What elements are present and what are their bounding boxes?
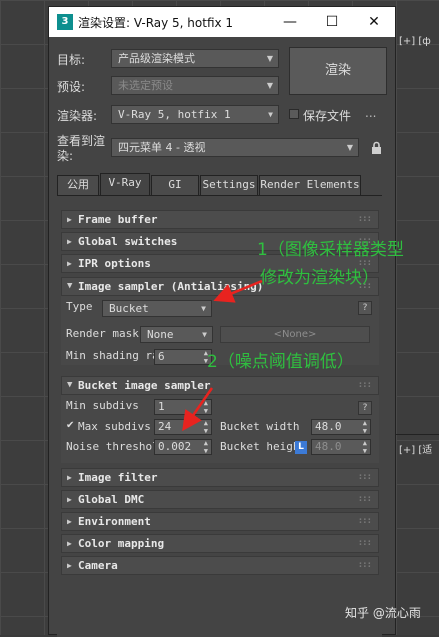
arrow-to-noise-threshold bbox=[182, 387, 214, 432]
watermark: 知乎 @流心雨 bbox=[345, 606, 421, 620]
annotation-arrows bbox=[182, 279, 263, 432]
arrow-to-sampler-type bbox=[213, 279, 263, 303]
